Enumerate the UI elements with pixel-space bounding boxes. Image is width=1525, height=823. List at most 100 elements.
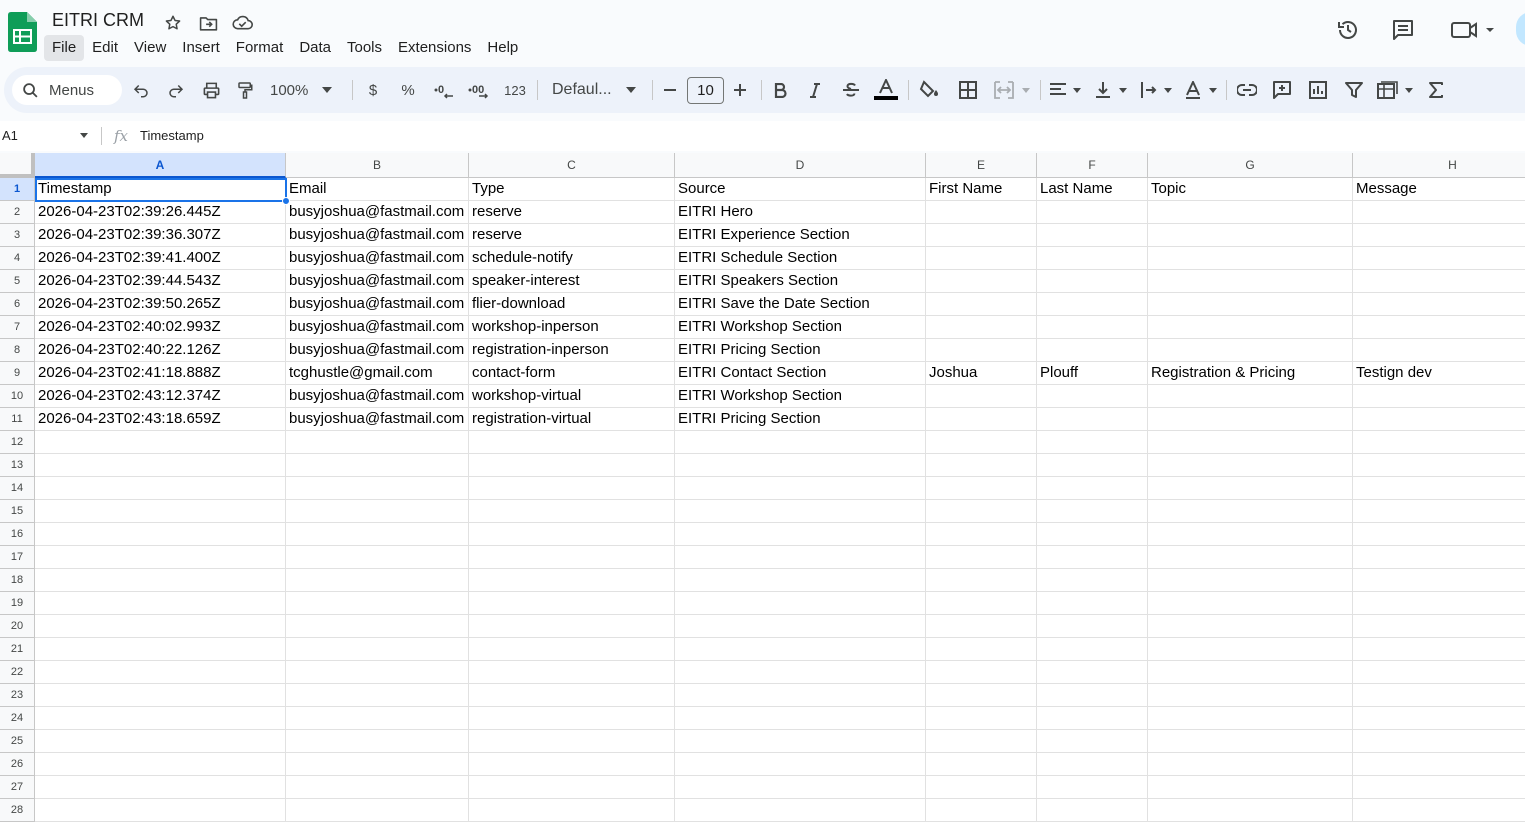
table-cell[interactable] bbox=[1353, 201, 1525, 224]
text-wrapping-icon[interactable] bbox=[1139, 76, 1175, 104]
insert-link-icon[interactable] bbox=[1235, 76, 1259, 104]
more-formats-button[interactable]: 123 bbox=[503, 76, 527, 104]
table-cell[interactable] bbox=[1353, 247, 1525, 270]
table-cell[interactable] bbox=[926, 316, 1037, 339]
table-cell[interactable] bbox=[286, 615, 469, 638]
table-cell[interactable]: workshop-virtual bbox=[469, 385, 675, 408]
table-cell[interactable] bbox=[675, 661, 926, 684]
comments-icon[interactable] bbox=[1389, 16, 1417, 44]
filter-views-icon[interactable] bbox=[1376, 76, 1416, 104]
table-cell[interactable] bbox=[926, 408, 1037, 431]
table-cell[interactable] bbox=[1353, 615, 1525, 638]
table-cell[interactable] bbox=[1353, 546, 1525, 569]
table-cell[interactable] bbox=[286, 684, 469, 707]
table-cell[interactable] bbox=[35, 477, 286, 500]
increase-font-size-icon[interactable] bbox=[730, 76, 750, 104]
table-cell[interactable] bbox=[675, 730, 926, 753]
horizontal-align-icon[interactable] bbox=[1048, 76, 1084, 104]
table-cell[interactable] bbox=[1353, 799, 1525, 822]
table-cell[interactable] bbox=[675, 431, 926, 454]
table-cell[interactable] bbox=[926, 569, 1037, 592]
table-cell[interactable] bbox=[286, 799, 469, 822]
table-cell[interactable] bbox=[926, 523, 1037, 546]
column-header[interactable]: E bbox=[926, 153, 1037, 178]
table-cell[interactable] bbox=[926, 638, 1037, 661]
table-cell[interactable] bbox=[1037, 270, 1148, 293]
column-header[interactable]: F bbox=[1037, 153, 1148, 178]
table-cell[interactable] bbox=[469, 661, 675, 684]
undo-icon[interactable] bbox=[130, 76, 152, 104]
row-header[interactable]: 26 bbox=[0, 753, 35, 776]
row-header[interactable]: 15 bbox=[0, 500, 35, 523]
percent-format-button[interactable]: % bbox=[398, 76, 418, 104]
table-cell[interactable]: 2026-04-23T02:39:50.265Z bbox=[35, 293, 286, 316]
table-cell[interactable] bbox=[675, 546, 926, 569]
table-cell[interactable]: Joshua bbox=[926, 362, 1037, 385]
table-cell[interactable] bbox=[35, 799, 286, 822]
table-cell[interactable] bbox=[469, 592, 675, 615]
table-cell[interactable] bbox=[286, 638, 469, 661]
table-cell[interactable] bbox=[1148, 753, 1353, 776]
table-cell[interactable] bbox=[1353, 316, 1525, 339]
table-cell[interactable] bbox=[1037, 707, 1148, 730]
table-cell[interactable] bbox=[469, 753, 675, 776]
header-cell[interactable]: Type bbox=[469, 178, 675, 201]
table-cell[interactable] bbox=[35, 431, 286, 454]
table-cell[interactable]: busyjoshua@fastmail.com bbox=[286, 201, 469, 224]
table-cell[interactable] bbox=[469, 454, 675, 477]
table-cell[interactable] bbox=[926, 684, 1037, 707]
table-cell[interactable] bbox=[1148, 339, 1353, 362]
table-cell[interactable] bbox=[1148, 431, 1353, 454]
table-cell[interactable] bbox=[1148, 293, 1353, 316]
table-cell[interactable] bbox=[1148, 546, 1353, 569]
table-cell[interactable] bbox=[286, 730, 469, 753]
table-cell[interactable] bbox=[1037, 592, 1148, 615]
table-cell[interactable] bbox=[469, 799, 675, 822]
column-header[interactable]: C bbox=[469, 153, 675, 178]
table-cell[interactable]: 2026-04-23T02:39:36.307Z bbox=[35, 224, 286, 247]
table-cell[interactable] bbox=[1148, 316, 1353, 339]
table-cell[interactable] bbox=[1353, 431, 1525, 454]
table-cell[interactable]: registration-inperson bbox=[469, 339, 675, 362]
menu-edit[interactable]: Edit bbox=[84, 35, 126, 61]
table-cell[interactable]: Testign dev bbox=[1353, 362, 1525, 385]
sheets-logo-icon[interactable] bbox=[8, 12, 37, 52]
menu-extensions[interactable]: Extensions bbox=[390, 35, 479, 61]
table-cell[interactable] bbox=[1037, 776, 1148, 799]
table-cell[interactable] bbox=[469, 707, 675, 730]
row-header[interactable]: 23 bbox=[0, 684, 35, 707]
table-cell[interactable] bbox=[1148, 247, 1353, 270]
table-cell[interactable]: EITRI Contact Section bbox=[675, 362, 926, 385]
table-cell[interactable] bbox=[469, 615, 675, 638]
table-cell[interactable]: EITRI Hero bbox=[675, 201, 926, 224]
table-cell[interactable] bbox=[1037, 523, 1148, 546]
table-cell[interactable] bbox=[1037, 408, 1148, 431]
table-cell[interactable] bbox=[1148, 523, 1353, 546]
zoom-select[interactable]: 100% bbox=[270, 76, 342, 104]
header-cell[interactable]: Topic bbox=[1148, 178, 1353, 201]
table-cell[interactable] bbox=[926, 293, 1037, 316]
cloud-saved-icon[interactable] bbox=[231, 12, 253, 34]
vertical-align-icon[interactable] bbox=[1094, 76, 1130, 104]
row-header[interactable]: 4 bbox=[0, 247, 35, 270]
font-family-select[interactable]: Defaul... bbox=[552, 76, 642, 104]
table-cell[interactable] bbox=[926, 546, 1037, 569]
select-all-corner[interactable] bbox=[0, 153, 35, 178]
table-cell[interactable] bbox=[1353, 408, 1525, 431]
table-cell[interactable] bbox=[35, 454, 286, 477]
table-cell[interactable]: 2026-04-23T02:40:22.126Z bbox=[35, 339, 286, 362]
table-cell[interactable] bbox=[1148, 385, 1353, 408]
table-cell[interactable]: 2026-04-23T02:43:18.659Z bbox=[35, 408, 286, 431]
row-header[interactable]: 5 bbox=[0, 270, 35, 293]
table-cell[interactable] bbox=[675, 776, 926, 799]
table-cell[interactable]: EITRI Experience Section bbox=[675, 224, 926, 247]
column-header[interactable]: G bbox=[1148, 153, 1353, 178]
row-header[interactable]: 21 bbox=[0, 638, 35, 661]
move-to-folder-icon[interactable] bbox=[197, 12, 219, 34]
table-cell[interactable] bbox=[1353, 638, 1525, 661]
table-cell[interactable] bbox=[926, 454, 1037, 477]
header-cell[interactable]: Message bbox=[1353, 178, 1525, 201]
table-cell[interactable] bbox=[1353, 684, 1525, 707]
table-cell[interactable] bbox=[1037, 431, 1148, 454]
table-cell[interactable]: 2026-04-23T02:43:12.374Z bbox=[35, 385, 286, 408]
